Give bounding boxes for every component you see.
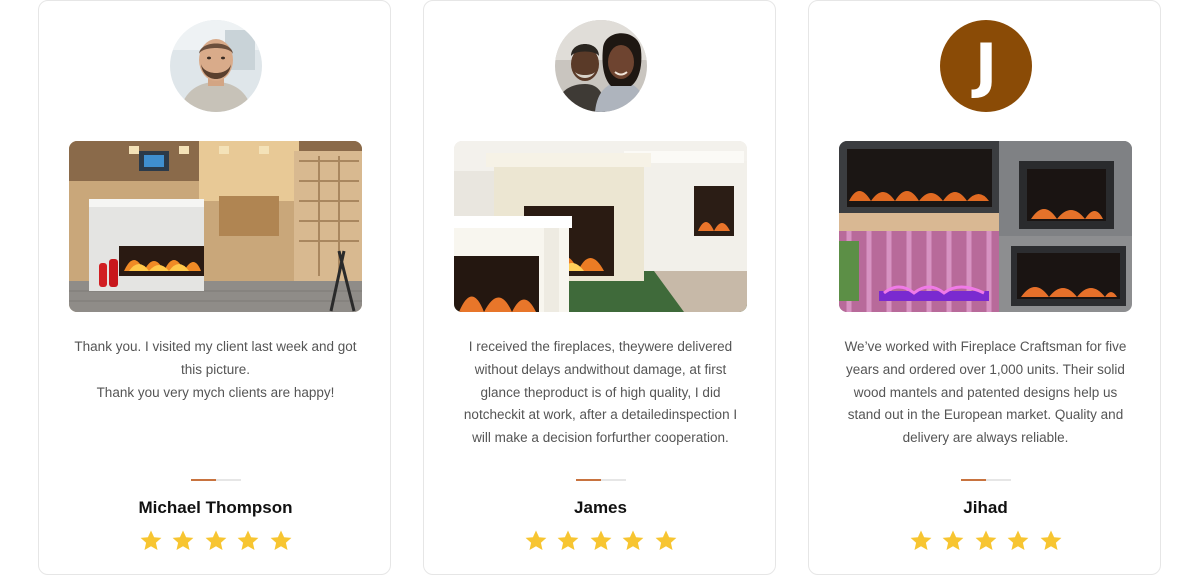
review-line: glance theproduct is of high quality, I … bbox=[480, 384, 721, 400]
review-line: stand out in the European market. Qualit… bbox=[847, 407, 1124, 423]
star-icon bbox=[1039, 529, 1063, 552]
review-text: We’ve worked with Fireplace Craftsman fo… bbox=[829, 336, 1142, 450]
review-line: wood mantels and patented designs help u… bbox=[853, 384, 1118, 400]
testimonials-section: Thank you. I visited my client last week… bbox=[0, 0, 1200, 577]
review-line: Thank you very mych clients are happy! bbox=[96, 384, 335, 400]
restaurant-fireplace-photo bbox=[69, 141, 362, 312]
review-line: will make a decision forfurther cooperat… bbox=[472, 430, 729, 446]
divider-accent bbox=[191, 479, 216, 481]
electric-fireplace-showroom-photo bbox=[839, 141, 1132, 312]
testimonial-card: J We’ve worked with Fireplace Craftsman … bbox=[808, 0, 1161, 575]
star-rating bbox=[424, 529, 777, 552]
divider bbox=[961, 479, 1011, 481]
star-rating bbox=[39, 529, 392, 552]
star-icon bbox=[909, 529, 933, 552]
star-icon bbox=[269, 529, 293, 552]
review-line: We’ve worked with Fireplace Craftsman fo… bbox=[844, 339, 1127, 354]
star-icon bbox=[204, 529, 228, 552]
review-line: notcheckit at work, after a detailedinsp… bbox=[463, 407, 738, 423]
review-text: Thank you. I visited my client last week… bbox=[59, 336, 372, 404]
review-line: Thank you. I visited my client last week… bbox=[74, 339, 357, 354]
testimonial-card: Thank you. I visited my client last week… bbox=[38, 0, 391, 575]
avatar bbox=[170, 20, 262, 112]
divider bbox=[576, 479, 626, 481]
star-icon bbox=[654, 529, 678, 552]
couple-portrait-icon bbox=[555, 20, 647, 112]
review-line: without delays andwithout damage, at fir… bbox=[474, 361, 727, 377]
man-portrait-icon bbox=[170, 20, 262, 112]
reviewer-name: James bbox=[574, 498, 627, 517]
divider-accent bbox=[576, 479, 601, 481]
white-mantel-fireplaces-photo bbox=[454, 141, 747, 312]
star-icon bbox=[589, 529, 613, 552]
testimonial-card: I received the fireplaces, theywere deli… bbox=[423, 0, 776, 575]
review-line: years and ordered over 1,000 units. Thei… bbox=[846, 361, 1125, 377]
star-icon bbox=[1006, 529, 1030, 552]
avatar bbox=[555, 20, 647, 112]
star-icon bbox=[139, 529, 163, 552]
star-icon bbox=[941, 529, 965, 552]
star-rating bbox=[809, 529, 1162, 552]
reviewer-name: Jihad bbox=[963, 498, 1008, 517]
review-text: I received the fireplaces, theywere deli… bbox=[444, 336, 757, 450]
review-line: I received the fireplaces, theywere deli… bbox=[468, 339, 733, 354]
star-icon bbox=[621, 529, 645, 552]
avatar: J bbox=[940, 20, 1032, 112]
star-icon bbox=[524, 529, 548, 552]
star-icon bbox=[556, 529, 580, 552]
star-icon bbox=[171, 529, 195, 552]
review-line: this picture. bbox=[180, 361, 251, 377]
star-icon bbox=[974, 529, 998, 552]
divider-accent bbox=[961, 479, 986, 481]
star-icon bbox=[236, 529, 260, 552]
review-line: delivery are always reliable. bbox=[902, 430, 1069, 446]
divider bbox=[191, 479, 241, 481]
reviewer-name: Michael Thompson bbox=[138, 498, 293, 517]
